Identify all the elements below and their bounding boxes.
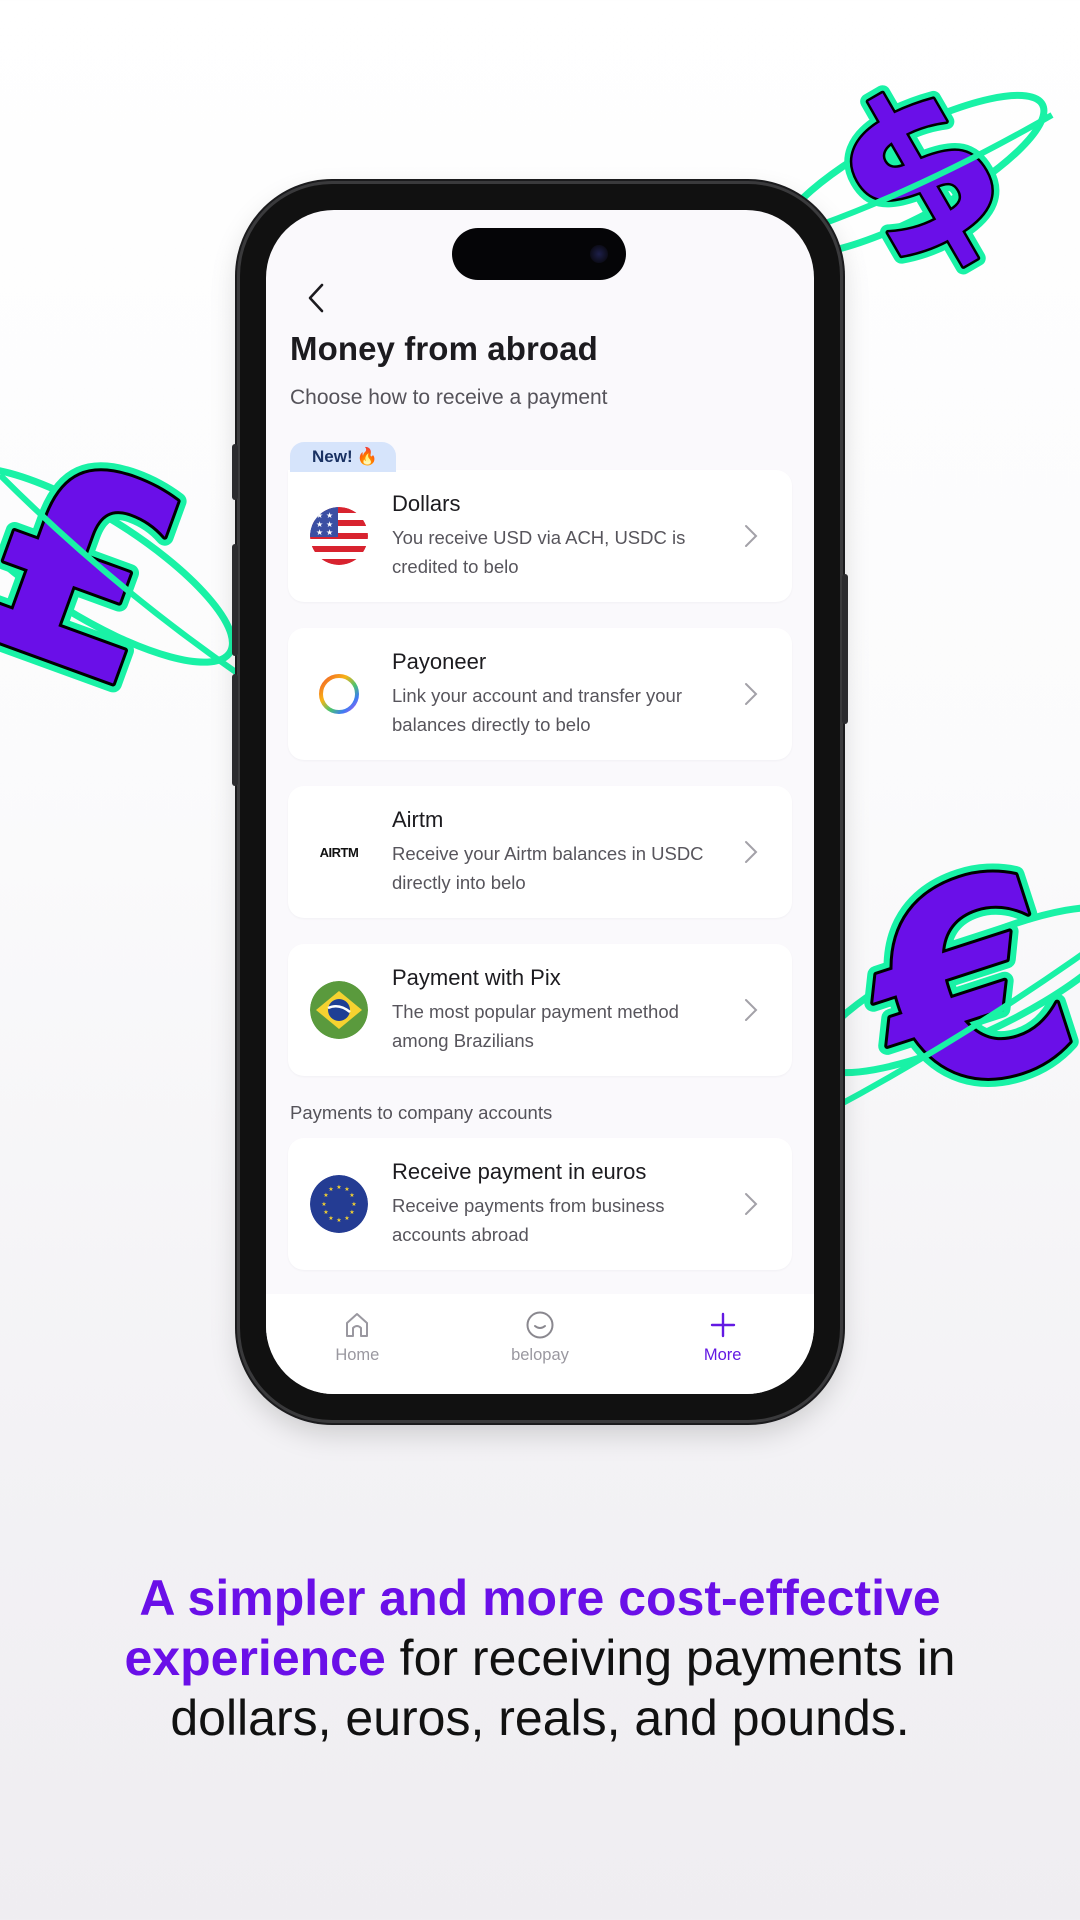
svg-text:★: ★ — [326, 511, 333, 520]
option-description: The most popular payment method among Br… — [392, 1001, 679, 1051]
promo-tagline: A simpler and more cost-effective experi… — [40, 1568, 1040, 1748]
option-airtm[interactable]: AIRTM Airtm Receive your Airtm balances … — [288, 786, 792, 918]
option-description: Receive payments from business accounts … — [392, 1195, 665, 1245]
svg-text:★: ★ — [349, 1209, 354, 1216]
plus-icon — [710, 1312, 735, 1338]
nav-home[interactable]: Home — [287, 1310, 427, 1394]
nav-more[interactable]: More — [653, 1310, 793, 1394]
fire-icon: 🔥 — [356, 447, 378, 466]
app-screen: Money from abroad Choose how to receive … — [266, 210, 814, 1394]
option-description: Receive your Airtm balances in USDC dire… — [392, 843, 704, 893]
option-title: Receive payment in euros — [392, 1159, 647, 1184]
svg-text:★: ★ — [326, 528, 333, 537]
nav-more-label: More — [703, 1346, 742, 1364]
back-button[interactable] — [296, 278, 336, 318]
svg-text:★: ★ — [336, 1184, 341, 1191]
svg-text:★: ★ — [351, 1201, 356, 1208]
option-title: Dollars — [392, 491, 461, 516]
svg-text:★: ★ — [316, 528, 323, 537]
new-badge-label: New! — [312, 447, 353, 466]
home-icon — [346, 1313, 369, 1337]
company-section-label: Payments to company accounts — [290, 1102, 553, 1123]
camera-icon — [590, 245, 608, 263]
page-title: Money from abroad — [290, 330, 598, 367]
us-flag-icon: ★ ★ ★ ★ ★ ★ — [310, 507, 368, 565]
chevron-right-icon — [745, 999, 758, 1021]
phone-volume-up-button — [232, 544, 238, 656]
pound-sign-sticker-icon: £ £ — [0, 382, 242, 760]
new-badge: New! 🔥 — [290, 442, 396, 472]
option-description: Link your account and transfer your bala… — [392, 685, 682, 735]
svg-text:★: ★ — [316, 511, 323, 520]
svg-text:★: ★ — [323, 1192, 328, 1199]
chevron-left-icon — [308, 283, 324, 313]
option-dollars[interactable]: ★ ★ ★ ★ ★ ★ Dollars You receive USD via ACH… — [288, 470, 792, 602]
eu-flag-icon: ★ ★ ★ ★ ★ ★ ★ ★ ★ ★ ★ ★ — [310, 1175, 368, 1233]
bottom-nav: Home belopay More — [266, 1294, 814, 1394]
option-title: Airtm — [392, 807, 444, 832]
chevron-right-icon — [745, 683, 758, 705]
page-subtitle: Choose how to receive a payment — [290, 386, 608, 409]
svg-text:★: ★ — [336, 1217, 341, 1224]
chevron-right-icon — [745, 841, 758, 863]
smile-icon — [526, 1311, 554, 1339]
chevron-right-icon — [745, 525, 758, 547]
brazil-flag-icon — [310, 981, 368, 1039]
option-euros[interactable]: ★ ★ ★ ★ ★ ★ ★ ★ ★ ★ ★ ★ Receive payment in euros… — [288, 1138, 792, 1270]
svg-text:★: ★ — [323, 1209, 328, 1216]
payment-options-list: New! 🔥 ★ ★ ★ ★ ★ ★ Dollars You receive U… — [288, 442, 792, 1296]
svg-text:★: ★ — [328, 1215, 333, 1222]
phone-action-button — [232, 444, 238, 500]
option-title: Payoneer — [392, 649, 487, 674]
svg-text:★: ★ — [349, 1192, 354, 1199]
option-pix[interactable]: Payment with Pix The most popular paymen… — [288, 944, 792, 1076]
airtm-logo-text: AIRTM — [319, 844, 359, 860]
option-title: Payment with Pix — [392, 965, 561, 990]
chevron-right-icon — [745, 1193, 758, 1215]
phone-mockup: Money from abroad Choose how to receive … — [232, 184, 848, 1420]
phone-volume-down-button — [232, 674, 238, 786]
nav-belopay-label: belopay — [511, 1346, 569, 1364]
svg-text:★: ★ — [328, 1186, 333, 1193]
option-description: You receive USD via ACH, USDC is credite… — [392, 527, 686, 577]
nav-home-label: Home — [335, 1346, 380, 1364]
euro-sign-sticker-icon: € € — [811, 798, 1080, 1177]
dynamic-island — [452, 228, 626, 280]
payoneer-logo-icon — [310, 665, 368, 723]
nav-belopay[interactable]: belopay — [470, 1310, 610, 1394]
option-payoneer[interactable]: Payoneer Link your account and transfer … — [288, 628, 792, 760]
svg-text:€: € — [826, 807, 1080, 1167]
phone-power-button — [842, 574, 848, 724]
svg-text:★: ★ — [344, 1215, 349, 1222]
airtm-logo-icon: AIRTM — [310, 823, 368, 881]
svg-text:★: ★ — [321, 1201, 326, 1208]
